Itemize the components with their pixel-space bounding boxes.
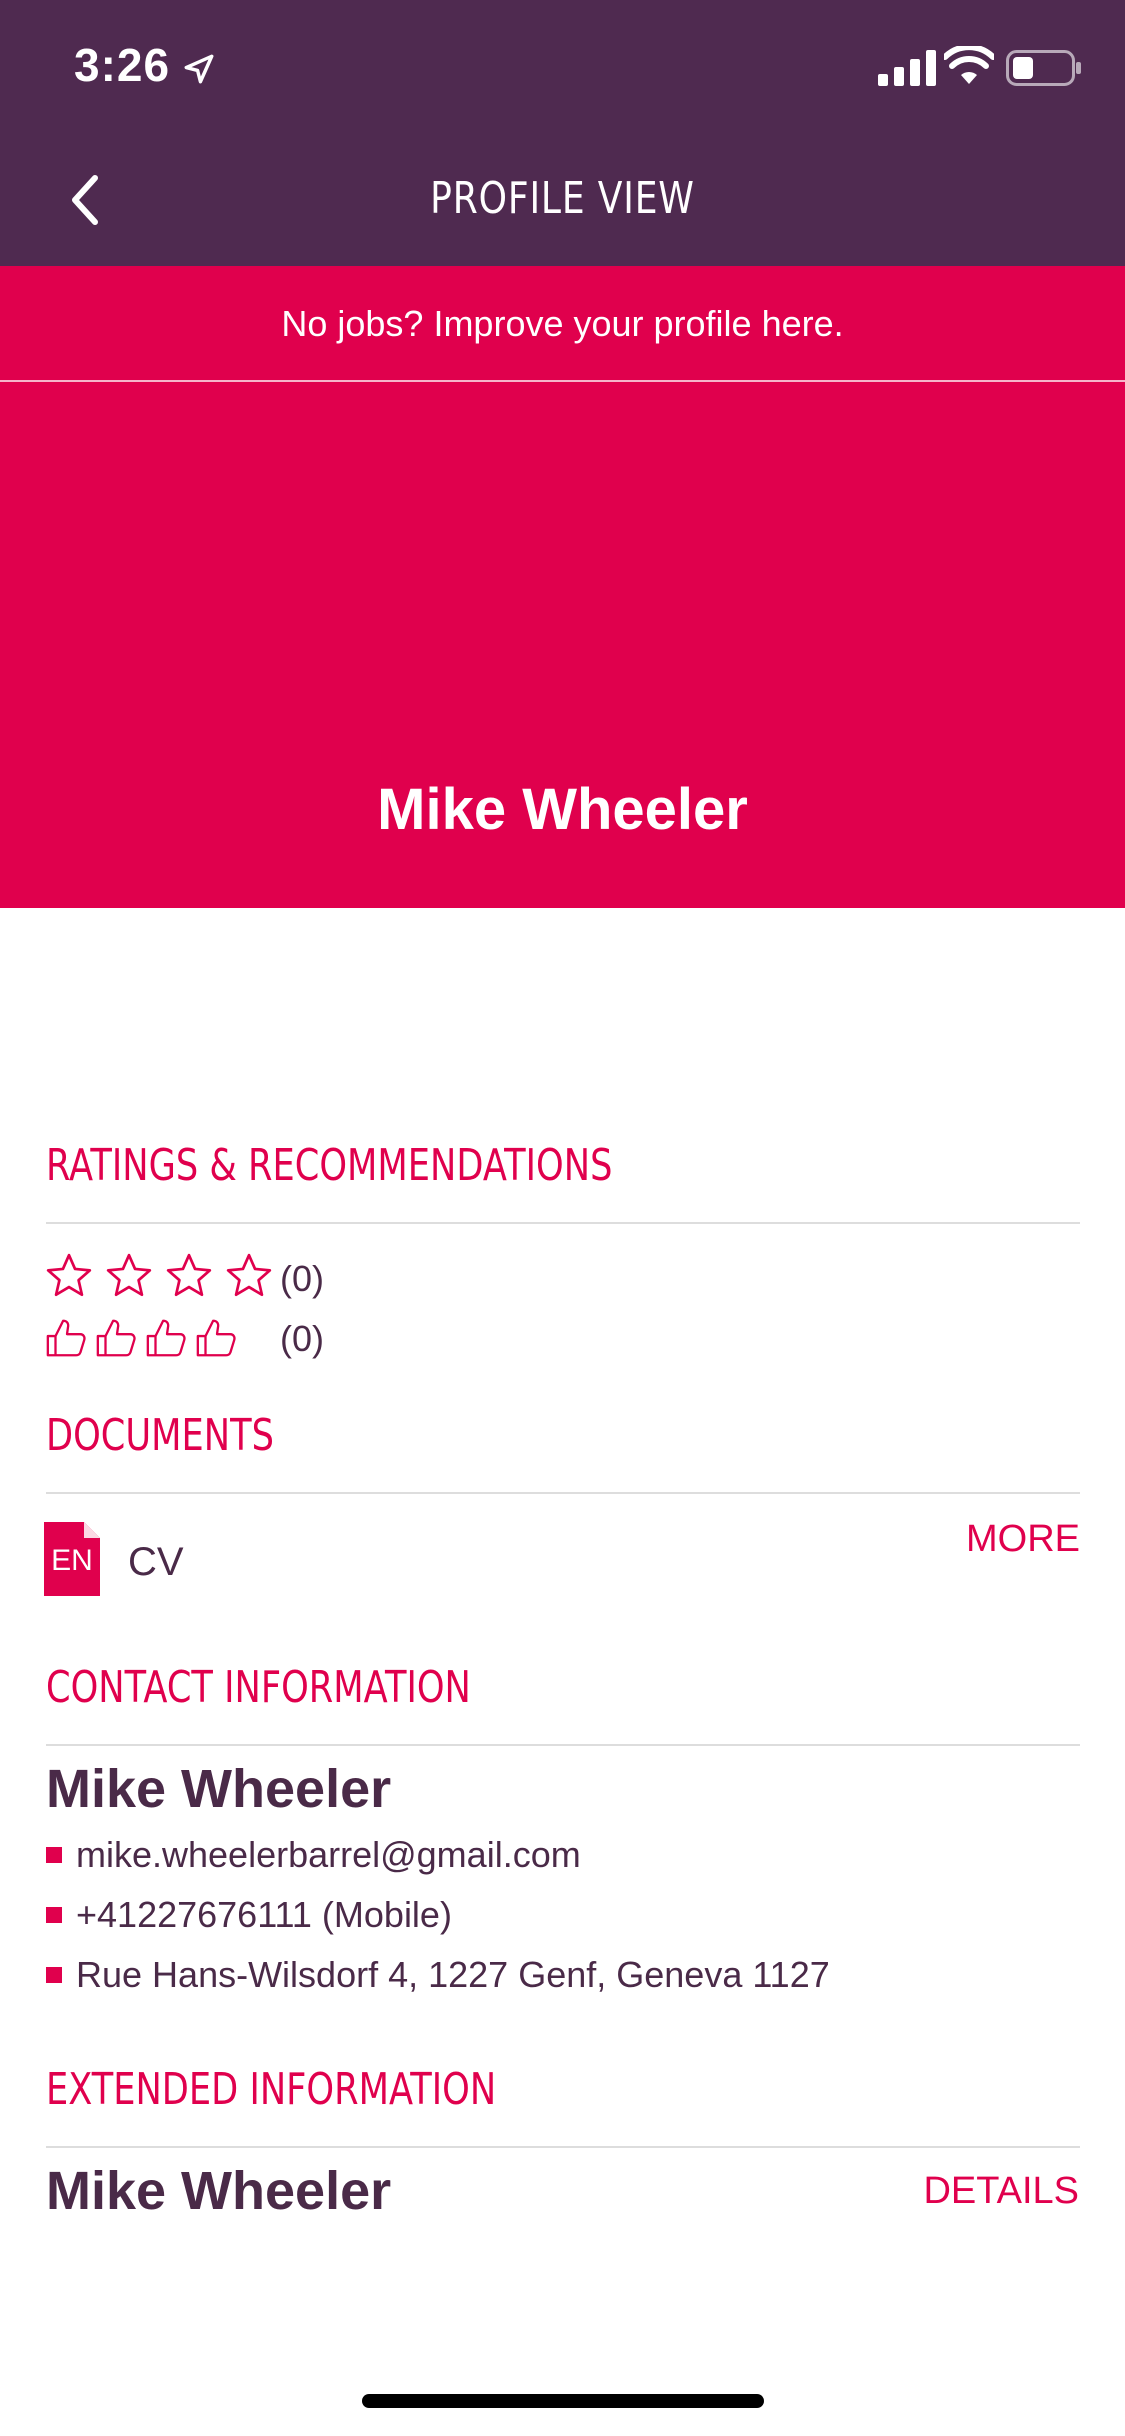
improve-profile-banner[interactable]: No jobs? Improve your profile here. bbox=[0, 266, 1125, 382]
divider bbox=[46, 1744, 1080, 1746]
contact-section-title: CONTACT INFORMATION bbox=[46, 1662, 471, 1713]
nav-bar: PROFILE VIEW bbox=[0, 132, 1125, 266]
status-time: 3:26 bbox=[74, 39, 171, 91]
email-text: mike.wheelerbarrel@gmail.com bbox=[76, 1834, 581, 1875]
thumbs-up-outline-icon bbox=[196, 1319, 236, 1357]
ratings-section-title: RATINGS & RECOMMENDATIONS bbox=[46, 1140, 613, 1191]
page-title: PROFILE VIEW bbox=[430, 173, 695, 224]
phone-text: +41227676111 (Mobile) bbox=[76, 1894, 452, 1935]
extended-section-title: EXTENDED INFORMATION bbox=[46, 2064, 497, 2115]
thumbs-up-outline-icon bbox=[46, 1319, 86, 1357]
thumbs-count: (0) bbox=[280, 1318, 324, 1359]
documents-section-title: DOCUMENTS bbox=[46, 1410, 274, 1461]
bullet bbox=[46, 1907, 62, 1923]
home-indicator[interactable] bbox=[362, 2394, 764, 2408]
star-outline-icon bbox=[166, 1253, 212, 1297]
divider bbox=[46, 1492, 1080, 1494]
contact-email[interactable]: mike.wheelerbarrel@gmail.com bbox=[46, 1834, 581, 1876]
bullet bbox=[46, 1847, 62, 1863]
contact-name: Mike Wheeler bbox=[46, 1759, 392, 1819]
star-outline-icon bbox=[46, 1253, 92, 1297]
chevron-left-icon bbox=[72, 175, 98, 225]
contact-address[interactable]: Rue Hans-Wilsdorf 4, 1227 Genf, Geneva 1… bbox=[46, 1954, 830, 1996]
stars-count: (0) bbox=[280, 1258, 324, 1299]
address-text: Rue Hans-Wilsdorf 4, 1227 Genf, Geneva 1… bbox=[76, 1954, 830, 1995]
document-item-cv[interactable]: EN CV MORE bbox=[44, 1518, 1080, 1600]
divider bbox=[46, 2146, 1080, 2148]
divider bbox=[46, 1222, 1080, 1224]
contact-phone[interactable]: +41227676111 (Mobile) bbox=[46, 1894, 452, 1936]
location-arrow-icon bbox=[184, 54, 214, 84]
wifi-icon bbox=[944, 46, 994, 84]
thumbs-up-outline-icon bbox=[146, 1319, 186, 1357]
profile-name: Mike Wheeler bbox=[377, 777, 748, 842]
star-outline-icon bbox=[106, 1253, 152, 1297]
star-rating bbox=[44, 1250, 284, 1302]
battery-icon bbox=[1006, 50, 1081, 86]
profile-header: No jobs? Improve your profile here. Mike… bbox=[0, 266, 1125, 908]
bullet bbox=[46, 1967, 62, 1983]
thumbs-up-outline-icon bbox=[96, 1319, 136, 1357]
star-outline-icon bbox=[226, 1253, 272, 1297]
cellular-signal-icon bbox=[878, 50, 936, 86]
document-name: CV bbox=[128, 1540, 184, 1584]
status-bar: 3:26 bbox=[0, 0, 1125, 132]
more-documents-link[interactable]: MORE bbox=[966, 1518, 1080, 1561]
details-link[interactable]: DETAILS bbox=[923, 2170, 1079, 2213]
document-language: EN bbox=[51, 1544, 93, 1577]
thumbs-rating bbox=[44, 1312, 244, 1364]
extended-name: Mike Wheeler bbox=[46, 2161, 392, 2221]
